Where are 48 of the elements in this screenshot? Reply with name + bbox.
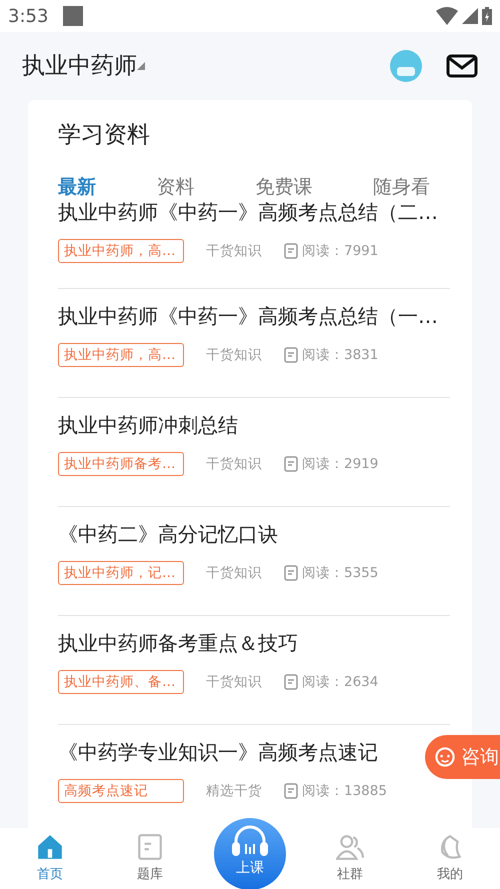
notification-icon bbox=[62, 5, 84, 27]
read-count: 阅读：5355 bbox=[302, 564, 378, 583]
caret-icon bbox=[137, 62, 145, 70]
mail-icon[interactable] bbox=[446, 54, 478, 78]
article-title[interactable]: 执业中药师备考重点＆技巧 bbox=[58, 628, 298, 658]
read-count: 阅读：3831 bbox=[302, 346, 378, 365]
wifi-icon bbox=[436, 7, 458, 25]
article-category: 干货知识 bbox=[206, 346, 262, 365]
document-icon bbox=[284, 456, 298, 472]
read-count: 阅读：7991 bbox=[302, 242, 378, 261]
article-category: 精选干货 bbox=[206, 782, 262, 801]
section-title: 学习资料 bbox=[58, 121, 151, 150]
headphones-icon bbox=[230, 824, 270, 858]
home-icon bbox=[36, 832, 64, 861]
tag: 高频考点速记 bbox=[58, 779, 184, 803]
read-count: 阅读：13885 bbox=[302, 782, 387, 801]
document-icon bbox=[284, 347, 298, 363]
article-category: 干货知识 bbox=[206, 242, 262, 261]
signal-icon bbox=[462, 8, 478, 24]
read-count: 阅读：2634 bbox=[302, 672, 378, 692]
nav-tab[interactable]: 我的 bbox=[400, 828, 500, 889]
document-icon bbox=[284, 243, 298, 259]
status-time: 3:53 bbox=[8, 4, 48, 28]
nav-tab[interactable]: 上课 bbox=[214, 818, 286, 889]
document-icon bbox=[284, 674, 298, 690]
nav-tab[interactable]: 首页 bbox=[0, 828, 100, 889]
article-title[interactable]: 《中药学专业知识一》高频考点速记 bbox=[58, 737, 378, 767]
tag: 执业中药师，记… bbox=[58, 561, 184, 585]
article-category: 干货知识 bbox=[206, 454, 262, 474]
tag: 执业中药师，高… bbox=[58, 239, 184, 263]
read-count: 阅读：2919 bbox=[302, 454, 378, 474]
people-icon bbox=[336, 832, 364, 861]
article-category: 干货知识 bbox=[206, 564, 262, 583]
consult-button[interactable]: 咨询 bbox=[425, 735, 500, 779]
exam-selector[interactable]: 执业中药师 bbox=[22, 48, 137, 84]
nav-tab[interactable]: 题库 bbox=[100, 828, 200, 889]
tag: 执业中药师，高… bbox=[58, 343, 184, 367]
nav-tab[interactable]: 社群 bbox=[300, 828, 400, 889]
article-category: 干货知识 bbox=[206, 672, 262, 692]
article-title[interactable]: 《中药二》高分记忆口诀 bbox=[58, 519, 278, 549]
document-icon bbox=[136, 832, 164, 861]
battery-icon bbox=[482, 7, 492, 25]
document-icon bbox=[284, 783, 298, 799]
tag: 执业中药师备考… bbox=[58, 452, 184, 476]
article-title[interactable]: 执业中药师《中药一》高频考点总结（一… bbox=[58, 301, 438, 331]
article-title[interactable]: 执业中药师冲刺总结 bbox=[58, 410, 238, 440]
tag: 执业中药师、备… bbox=[58, 670, 184, 694]
document-icon bbox=[284, 565, 298, 581]
